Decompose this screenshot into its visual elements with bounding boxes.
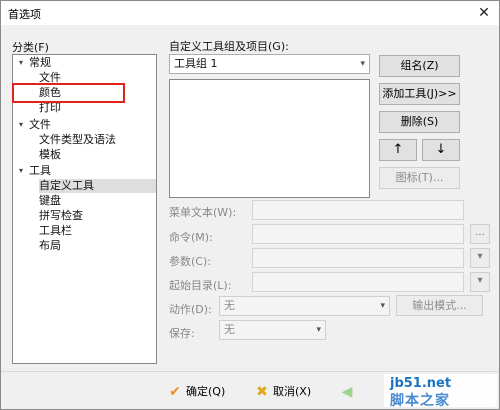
params-dropdown-button[interactable]: ▾ bbox=[470, 248, 490, 268]
chevron-down-icon: ▾ bbox=[360, 59, 365, 69]
delete-button[interactable]: 删除(S) bbox=[379, 111, 460, 133]
cancel-label: 取消(X) bbox=[273, 385, 312, 398]
ok-label: 确定(Q) bbox=[186, 385, 226, 398]
save-value: 无 bbox=[224, 323, 235, 336]
start-dir-label: 起始目录(L): bbox=[169, 279, 232, 292]
toolgroup-label: 自定义工具组及项目(G): bbox=[169, 40, 289, 53]
tree-item-general[interactable]: 常规 bbox=[29, 56, 51, 70]
output-mode-button[interactable]: 输出模式... bbox=[396, 295, 483, 316]
move-up-button[interactable]: ↑ bbox=[379, 139, 417, 161]
chevron-down-icon: ▾ bbox=[477, 275, 483, 286]
watermark-brand: 脚本之家 bbox=[390, 393, 450, 409]
checkmark-icon: ✔ bbox=[169, 384, 181, 400]
action-value: 无 bbox=[224, 299, 235, 312]
preferences-dialog: 首选项 ✕ 分类(F) ▾ 常规 文件 颜色 打印 ▾ 文件 文件类型及语法 模… bbox=[0, 0, 500, 410]
move-down-button[interactable]: ↓ bbox=[422, 139, 460, 161]
command-label: 命令(M): bbox=[169, 231, 213, 244]
action-label: 动作(D): bbox=[169, 303, 212, 316]
menu-text-field[interactable] bbox=[252, 200, 464, 220]
chevron-down-icon[interactable]: ▾ bbox=[15, 56, 27, 70]
tools-list[interactable] bbox=[169, 79, 370, 198]
menu-text-label: 菜单文本(W): bbox=[169, 206, 237, 219]
close-icon[interactable]: ✕ bbox=[473, 3, 495, 23]
help-button[interactable]: ◀ bbox=[339, 381, 358, 403]
add-tool-button[interactable]: 添加工具(J)>> bbox=[379, 83, 460, 105]
chevron-down-icon[interactable]: ▾ bbox=[15, 164, 27, 178]
chevron-down-icon: ▾ bbox=[477, 251, 483, 262]
tree-item-templates[interactable]: 模板 bbox=[39, 148, 61, 162]
footer-divider bbox=[1, 371, 499, 372]
params-field[interactable] bbox=[252, 248, 464, 268]
toolgroup-select[interactable]: 工具组 1 ▾ bbox=[169, 54, 370, 74]
cross-icon: ✖ bbox=[256, 384, 268, 400]
window-title: 首选项 bbox=[8, 8, 41, 21]
params-label: 参数(C): bbox=[169, 255, 211, 268]
highlight-annotation bbox=[12, 83, 125, 103]
watermark: jb51.net 脚本之家 bbox=[384, 374, 497, 409]
tree-item-file[interactable]: 文件 bbox=[29, 118, 51, 132]
command-field[interactable] bbox=[252, 224, 464, 244]
chevron-down-icon: ▾ bbox=[316, 325, 321, 335]
category-label: 分类(F) bbox=[12, 41, 49, 54]
cancel-button[interactable]: ✖ 取消(X) bbox=[254, 381, 311, 403]
action-select[interactable]: 无 ▾ bbox=[219, 296, 390, 316]
tree-item-toolbar[interactable]: 工具栏 bbox=[39, 224, 72, 238]
tree-item-layout[interactable]: 布局 bbox=[39, 239, 61, 253]
toolgroup-value: 工具组 1 bbox=[174, 57, 218, 70]
browse-button[interactable]: ... bbox=[470, 224, 490, 244]
save-select[interactable]: 无 ▾ bbox=[219, 320, 326, 340]
save-label: 保存: bbox=[169, 327, 195, 340]
icon-button[interactable]: 图标(T)... bbox=[379, 167, 460, 189]
tree-item-print[interactable]: 打印 bbox=[39, 101, 61, 115]
watermark-domain: jb51.net bbox=[390, 376, 452, 391]
tree-item-keyboard[interactable]: 键盘 bbox=[39, 194, 61, 208]
title-bar: 首选项 ✕ bbox=[1, 1, 499, 25]
group-name-button[interactable]: 组名(Z) bbox=[379, 55, 460, 77]
tree-item-filetypes[interactable]: 文件类型及语法 bbox=[39, 133, 116, 147]
ok-button[interactable]: ✔ 确定(Q) bbox=[167, 381, 225, 403]
start-dir-dropdown-button[interactable]: ▾ bbox=[470, 272, 490, 292]
arrow-left-icon: ◀ bbox=[341, 384, 353, 400]
tree-item-custom-tools[interactable]: 自定义工具 bbox=[39, 179, 94, 193]
chevron-down-icon: ▾ bbox=[380, 301, 385, 311]
tree-item-spellcheck[interactable]: 拼写检查 bbox=[39, 209, 83, 223]
tree-item-tools[interactable]: 工具 bbox=[29, 164, 51, 178]
chevron-down-icon[interactable]: ▾ bbox=[15, 118, 27, 132]
start-dir-field[interactable] bbox=[252, 272, 464, 292]
